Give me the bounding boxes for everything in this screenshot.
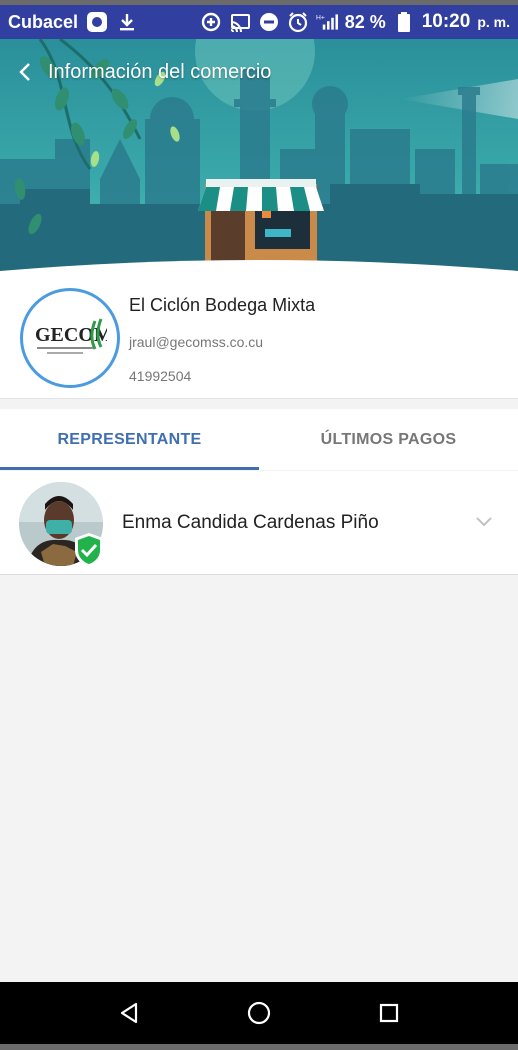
verified-shield-icon: [73, 532, 105, 568]
battery-icon: [393, 11, 415, 33]
expand-chevron-down-icon[interactable]: [474, 514, 494, 530]
signal-icon: H+: [316, 11, 338, 33]
representative-row[interactable]: Enma Candida Cardenas Piño: [0, 471, 518, 575]
nav-recents-button[interactable]: [373, 997, 405, 1029]
store-logo: GECOMSS: [20, 288, 120, 388]
store-name: El Ciclón Bodega Mixta: [129, 295, 316, 315]
gecomss-logo-icon: GECOMSS: [35, 318, 107, 354]
back-button[interactable]: [0, 50, 50, 94]
data-saver-icon: [200, 11, 222, 33]
store-email: jraul@gecomss.co.cu: [129, 334, 264, 350]
tab-bar: REPRESENTANTE ÚLTIMOS PAGOS: [0, 409, 518, 470]
tab-ultimos-pagos[interactable]: ÚLTIMOS PAGOS: [259, 409, 518, 470]
download-icon: [116, 11, 138, 33]
alarm-icon: [287, 11, 309, 33]
carrier-name: Cubacel: [8, 11, 79, 32]
system-navigation-bar: [0, 982, 518, 1044]
nav-home-button[interactable]: [243, 997, 275, 1029]
nav-recents-square-icon: [379, 1003, 399, 1023]
back-arrow-icon: [19, 63, 30, 81]
do-not-disturb-icon: [258, 11, 280, 33]
status-bar: Cubacel H+ 82 % 10:20 p. m.: [0, 5, 518, 39]
app-notification-icon: [86, 11, 108, 33]
representative-name: Enma Candida Cardenas Piño: [122, 512, 379, 533]
battery-percent: 82 %: [344, 11, 386, 32]
nav-back-triangle-icon: [120, 1002, 138, 1024]
app-bar: Información del comercio: [0, 50, 518, 94]
nav-home-circle-icon: [247, 1001, 271, 1025]
tab-representante[interactable]: REPRESENTANTE: [0, 409, 259, 470]
logo-text: GECOMSS: [35, 324, 107, 346]
cast-icon: [229, 11, 251, 33]
store-phone: 41992504: [129, 368, 192, 384]
clock-time: 10:20: [421, 11, 471, 32]
network-type-label: H+: [316, 14, 325, 21]
store-info-card: GECOMSS El Ciclón Bodega Mixta jraul@gec…: [0, 276, 518, 399]
clock-ampm: p. m.: [477, 14, 510, 30]
nav-back-button[interactable]: [113, 997, 145, 1029]
bottom-edge: [0, 1044, 518, 1050]
page-title: Información del comercio: [48, 60, 272, 83]
